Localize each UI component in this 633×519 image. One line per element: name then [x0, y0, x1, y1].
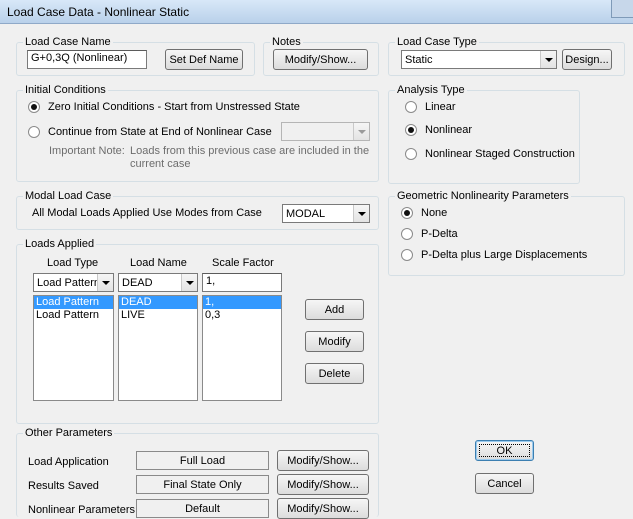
- chevron-down-icon[interactable]: [97, 274, 113, 291]
- load-application-value: Full Load: [136, 451, 269, 470]
- list-item[interactable]: Load Pattern: [34, 296, 113, 309]
- load-case-name-group-label: Load Case Name: [25, 36, 111, 48]
- nonlinear-parameters-modify-button[interactable]: Modify/Show...: [277, 498, 369, 519]
- load-case-name-input[interactable]: G+0,3Q (Nonlinear): [27, 50, 147, 69]
- dialog-body: Load Case Name G+0,3Q (Nonlinear) Set De…: [0, 24, 633, 519]
- analysis-nonlinear-radio[interactable]: [405, 124, 417, 136]
- editor-load-type-select[interactable]: Load Pattern: [33, 273, 114, 292]
- load-type-list[interactable]: Load Pattern Load Pattern: [33, 295, 114, 401]
- geometric-pdelta-large-radio[interactable]: [401, 249, 413, 261]
- notes-group: Notes Modify/Show...: [263, 36, 379, 76]
- continue-from-state-label: Continue from State at End of Nonlinear …: [48, 126, 272, 138]
- delete-load-button[interactable]: Delete: [305, 363, 364, 384]
- set-def-name-button[interactable]: Set Def Name: [165, 49, 243, 70]
- nonlinear-parameters-label: Nonlinear Parameters: [28, 504, 135, 516]
- analysis-type-group: Analysis Type Linear Nonlinear Nonlinear…: [388, 84, 580, 184]
- ok-button[interactable]: OK: [475, 440, 534, 461]
- modify-load-button[interactable]: Modify: [305, 331, 364, 352]
- important-note-label: Important Note:: [49, 145, 125, 157]
- window-control-button[interactable]: [611, 0, 633, 18]
- notes-modify-show-button[interactable]: Modify/Show...: [273, 49, 368, 70]
- geometric-pdelta-label: P-Delta: [421, 228, 458, 240]
- chevron-down-icon[interactable]: [353, 123, 369, 140]
- editor-load-type-value: Load Pattern: [37, 276, 97, 289]
- results-saved-value: Final State Only: [136, 475, 269, 494]
- analysis-type-group-label: Analysis Type: [397, 84, 465, 96]
- geometric-none-label: None: [421, 207, 448, 219]
- modal-load-case-group-label: Modal Load Case: [25, 190, 112, 202]
- design-button[interactable]: Design...: [562, 49, 612, 70]
- load-application-label: Load Application: [28, 456, 109, 468]
- cancel-button[interactable]: Cancel: [475, 473, 534, 494]
- load-case-type-value: Static: [405, 53, 433, 66]
- modal-case-value: MODAL: [286, 207, 326, 220]
- list-item[interactable]: 0,3: [203, 309, 281, 322]
- analysis-staged-radio[interactable]: [405, 148, 417, 160]
- important-note-line1: Loads from this previous case are includ…: [130, 145, 370, 157]
- editor-load-name-value: DEAD: [122, 276, 153, 289]
- geometric-none-option[interactable]: None: [401, 207, 447, 219]
- other-parameters-group-label: Other Parameters: [25, 427, 113, 439]
- load-application-modify-button[interactable]: Modify/Show...: [277, 450, 369, 471]
- chevron-down-icon[interactable]: [181, 274, 197, 291]
- scale-factor-list[interactable]: 1, 0,3: [202, 295, 282, 401]
- chevron-down-icon[interactable]: [540, 51, 556, 68]
- nonlinear-parameters-value: Default: [136, 499, 269, 518]
- analysis-linear-option[interactable]: Linear: [405, 101, 456, 113]
- load-case-type-select[interactable]: Static: [401, 50, 557, 69]
- column-header-scale-factor: Scale Factor: [212, 257, 274, 269]
- modal-load-case-group: Modal Load Case All Modal Loads Applied …: [16, 190, 379, 230]
- geometric-pdelta-radio[interactable]: [401, 228, 413, 240]
- column-header-load-type: Load Type: [47, 257, 99, 269]
- initial-conditions-group-label: Initial Conditions: [25, 84, 106, 96]
- editor-scale-factor-input[interactable]: 1,: [202, 273, 282, 292]
- list-item[interactable]: DEAD: [119, 296, 197, 309]
- analysis-linear-radio[interactable]: [405, 101, 417, 113]
- geometric-nonlinearity-group-label: Geometric Nonlinearity Parameters: [397, 190, 569, 202]
- column-header-load-name: Load Name: [130, 257, 187, 269]
- analysis-linear-label: Linear: [425, 101, 456, 113]
- chevron-down-icon[interactable]: [353, 205, 369, 222]
- analysis-staged-label: Nonlinear Staged Construction: [425, 148, 575, 160]
- analysis-staged-option[interactable]: Nonlinear Staged Construction: [405, 148, 575, 160]
- continue-from-state-option[interactable]: Continue from State at End of Nonlinear …: [28, 126, 272, 138]
- continue-from-state-radio[interactable]: [28, 126, 40, 138]
- geometric-pdelta-option[interactable]: P-Delta: [401, 228, 458, 240]
- load-case-type-group-label: Load Case Type: [397, 36, 477, 48]
- results-saved-label: Results Saved: [28, 480, 99, 492]
- geometric-pdelta-large-option[interactable]: P-Delta plus Large Displacements: [401, 249, 587, 261]
- geometric-none-radio[interactable]: [401, 207, 413, 219]
- editor-load-name-select[interactable]: DEAD: [118, 273, 198, 292]
- zero-initial-conditions-option[interactable]: Zero Initial Conditions - Start from Uns…: [28, 101, 300, 113]
- continue-case-select[interactable]: [281, 122, 370, 141]
- add-load-button[interactable]: Add: [305, 299, 364, 320]
- geometric-nonlinearity-group: Geometric Nonlinearity Parameters None P…: [388, 190, 625, 276]
- list-item[interactable]: LIVE: [119, 309, 197, 322]
- load-case-type-group: Load Case Type Static Design...: [388, 36, 625, 76]
- load-name-list[interactable]: DEAD LIVE: [118, 295, 198, 401]
- other-parameters-group: Other Parameters Load Application Full L…: [16, 427, 379, 519]
- important-note-line2: current case: [130, 158, 191, 170]
- geometric-pdelta-large-label: P-Delta plus Large Displacements: [421, 249, 588, 261]
- window-title: Load Case Data - Nonlinear Static: [7, 5, 190, 19]
- analysis-nonlinear-option[interactable]: Nonlinear: [405, 124, 472, 136]
- loads-applied-group: Loads Applied Load Type Load Name Scale …: [16, 238, 379, 424]
- modal-case-select[interactable]: MODAL: [282, 204, 370, 223]
- notes-group-label: Notes: [272, 36, 301, 48]
- title-bar: Load Case Data - Nonlinear Static: [0, 0, 633, 24]
- zero-initial-conditions-label: Zero Initial Conditions - Start from Uns…: [48, 101, 300, 113]
- initial-conditions-group: Initial Conditions Zero Initial Conditio…: [16, 84, 379, 182]
- loads-applied-group-label: Loads Applied: [25, 238, 95, 250]
- list-item[interactable]: 1,: [203, 296, 281, 309]
- zero-initial-conditions-radio[interactable]: [28, 101, 40, 113]
- load-case-name-group: Load Case Name G+0,3Q (Nonlinear) Set De…: [16, 36, 255, 76]
- modal-load-case-label: All Modal Loads Applied Use Modes from C…: [32, 207, 262, 219]
- analysis-nonlinear-label: Nonlinear: [425, 124, 473, 136]
- list-item[interactable]: Load Pattern: [34, 309, 113, 322]
- results-saved-modify-button[interactable]: Modify/Show...: [277, 474, 369, 495]
